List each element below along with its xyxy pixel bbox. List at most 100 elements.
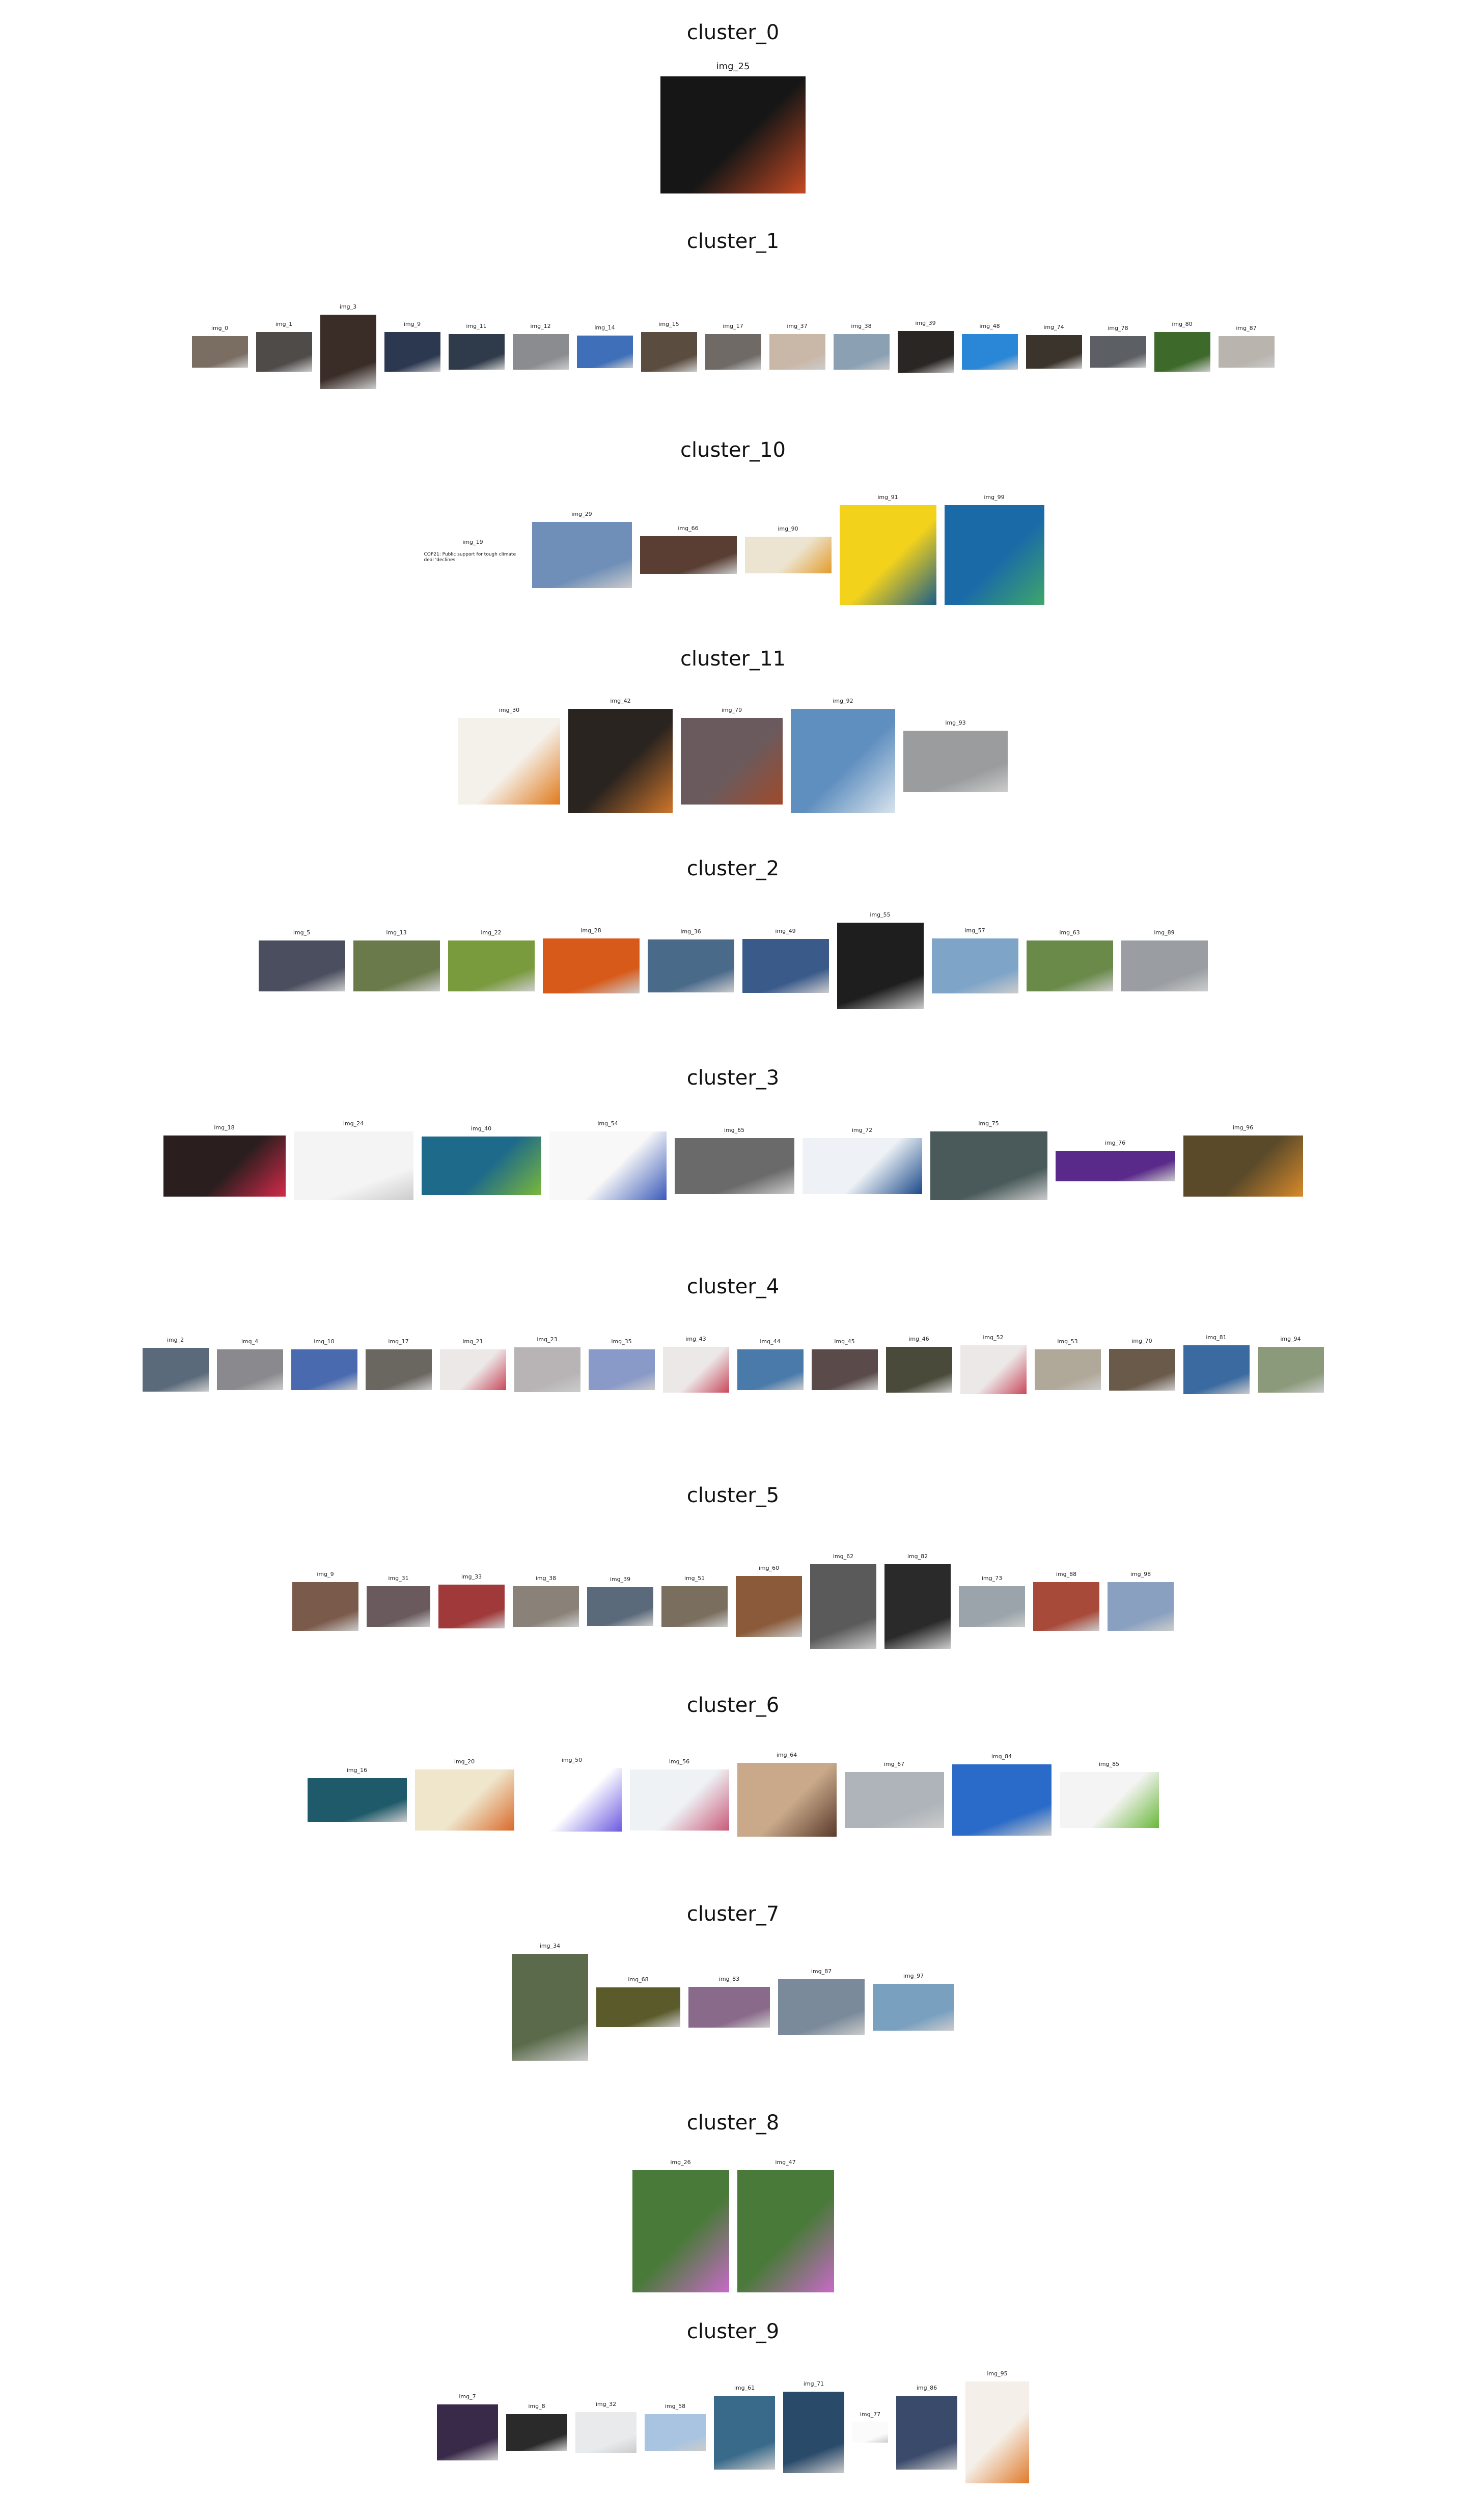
thumbnail-label: img_16	[346, 1766, 368, 1774]
thumbnail-cell: img_67	[844, 1761, 944, 1828]
thumbnail-cell: img_32	[575, 2401, 637, 2453]
thumbnail-image	[307, 1778, 407, 1822]
thumbnail-cell: img_86	[896, 2385, 957, 2470]
thumbnail-image	[811, 1349, 878, 1390]
thumbnail-label: img_39	[915, 320, 936, 326]
thumbnail-image	[292, 1582, 358, 1631]
thumbnail-cell: img_39	[587, 1576, 653, 1626]
thumbnail-cell: img_98	[1108, 1571, 1174, 1631]
thumbnail-label: img_86	[916, 2384, 937, 2391]
thumbnail-label: img_25	[716, 61, 750, 72]
thumbnail-image	[688, 1987, 770, 2028]
cluster-title: cluster_11	[680, 647, 786, 671]
thumbnail-cell: img_24	[293, 1120, 413, 1200]
thumbnail-label: img_92	[833, 698, 853, 704]
cluster-title: cluster_8	[686, 2111, 780, 2135]
thumbnail-cell: img_38	[833, 323, 890, 370]
thumbnail-label: img_89	[1154, 929, 1175, 936]
thumbnail-cell: img_14	[576, 324, 633, 368]
thumbnail-cell: img_53	[1034, 1338, 1101, 1390]
thumbnail-label: img_9	[317, 1571, 334, 1577]
thumbnail-image	[705, 334, 761, 370]
thumbnail-label: img_11	[466, 323, 487, 329]
thumbnail-cell: img_48	[961, 323, 1018, 370]
thumbnail-image	[640, 536, 737, 574]
thumbnail-label: img_71	[803, 2380, 824, 2387]
thumbnail-cell: img_68	[596, 1976, 680, 2027]
thumbnail-cell: img_30	[458, 707, 560, 805]
cluster-title: cluster_4	[686, 1275, 780, 1298]
thumbnail-label: img_3	[339, 303, 357, 310]
thumbnail-cell: img_29	[532, 511, 632, 588]
thumbnail-image	[744, 537, 832, 573]
thumbnail-label: img_98	[1130, 1571, 1151, 1577]
thumbnail-image	[1034, 1349, 1101, 1390]
thumbnail-cell: img_99	[944, 494, 1044, 605]
thumbnail-image	[1183, 1345, 1250, 1394]
thumbnail-cell: img_91	[839, 494, 936, 605]
thumbnail-image	[810, 1564, 876, 1649]
thumbnail-image	[884, 1564, 951, 1649]
thumbnail-cell: img_22	[448, 929, 535, 991]
thumbnail-label: img_36	[680, 928, 701, 935]
thumbnail-cell: img_40	[421, 1125, 541, 1195]
thumbnail-cell: img_82	[884, 1553, 951, 1649]
thumbnail-label: img_87	[811, 1968, 832, 1975]
thumbnail-label: img_96	[1232, 1124, 1254, 1131]
thumbnail-label: img_38	[535, 1575, 557, 1582]
thumbnail-cell: img_90	[744, 525, 832, 573]
thumbnail-cell: img_8	[506, 2403, 567, 2451]
thumbnail-cell: img_73	[959, 1575, 1025, 1627]
thumbnail-label: img_84	[991, 1753, 1012, 1760]
thumbnail-label: img_15	[658, 321, 679, 327]
thumbnail-label: img_12	[530, 323, 551, 329]
thumbnail-label: img_53	[1057, 1338, 1078, 1345]
thumbnail-image	[944, 505, 1044, 605]
thumbnail-cell: img_36	[647, 928, 734, 992]
cluster-row: img_7 img_8 img_32 img_58 img_61 img_71 img_77…	[0, 2370, 1466, 2483]
thumbnail-label: img_62	[833, 1553, 854, 1560]
thumbnail-label: img_50	[561, 1757, 583, 1763]
thumbnail-label: img_17	[388, 1338, 409, 1345]
thumbnail-label: img_88	[1056, 1571, 1077, 1577]
thumbnail-image	[662, 1347, 729, 1393]
thumbnail-label: img_95	[987, 2370, 1008, 2377]
thumbnail-label: img_54	[597, 1120, 618, 1127]
thumbnail-image	[952, 1764, 1052, 1836]
thumbnail-cell: img_12	[512, 323, 569, 370]
thumbnail-cell: img_66	[640, 525, 737, 574]
thumbnail-label: img_81	[1206, 1334, 1227, 1341]
thumbnail-image	[737, 2170, 834, 2292]
thumbnail-image	[791, 709, 895, 813]
thumbnail-label: img_85	[1098, 1760, 1120, 1767]
cluster-row: img_34 img_68 img_83 img_87 img_97	[0, 1943, 1466, 2061]
thumbnail-label: img_79	[721, 706, 742, 713]
thumbnail-cell: img_81	[1183, 1334, 1250, 1394]
thumbnail-image	[384, 332, 440, 372]
thumbnail-label: img_64	[776, 1752, 797, 1758]
thumbnail-label: img_76	[1104, 1139, 1126, 1146]
thumbnail-image	[714, 2395, 775, 2470]
thumbnail-image	[960, 1345, 1027, 1394]
thumbnail-image	[506, 2414, 567, 2451]
thumbnail-label: img_56	[669, 1758, 690, 1765]
thumbnail-label: img_21	[462, 1338, 483, 1345]
thumbnail-image	[930, 1131, 1047, 1200]
thumbnail-image	[1257, 1347, 1324, 1393]
thumbnail-cell: img_56	[629, 1758, 729, 1831]
thumbnail-label: img_1	[275, 321, 293, 327]
thumbnail-cell: img_37	[769, 323, 825, 370]
thumbnail-label: img_48	[979, 323, 1000, 329]
thumbnail-cell: img_5	[258, 929, 345, 991]
thumbnail-cell: img_50	[522, 1757, 622, 1832]
thumbnail-cell: img_60	[736, 1565, 802, 1637]
cluster-row: img_30 img_42 img_79 img_92 img_93	[0, 698, 1466, 813]
thumbnail-image	[778, 1979, 865, 2035]
thumbnail-image	[256, 332, 312, 372]
thumbnail-cell: img_33	[438, 1573, 505, 1628]
thumbnail-label: img_47	[775, 2159, 796, 2166]
thumbnail-cell: img_3	[320, 303, 376, 389]
thumbnail-image	[681, 717, 783, 805]
thumbnail-cell: img_75	[930, 1120, 1047, 1200]
thumbnail-image	[513, 1586, 579, 1627]
